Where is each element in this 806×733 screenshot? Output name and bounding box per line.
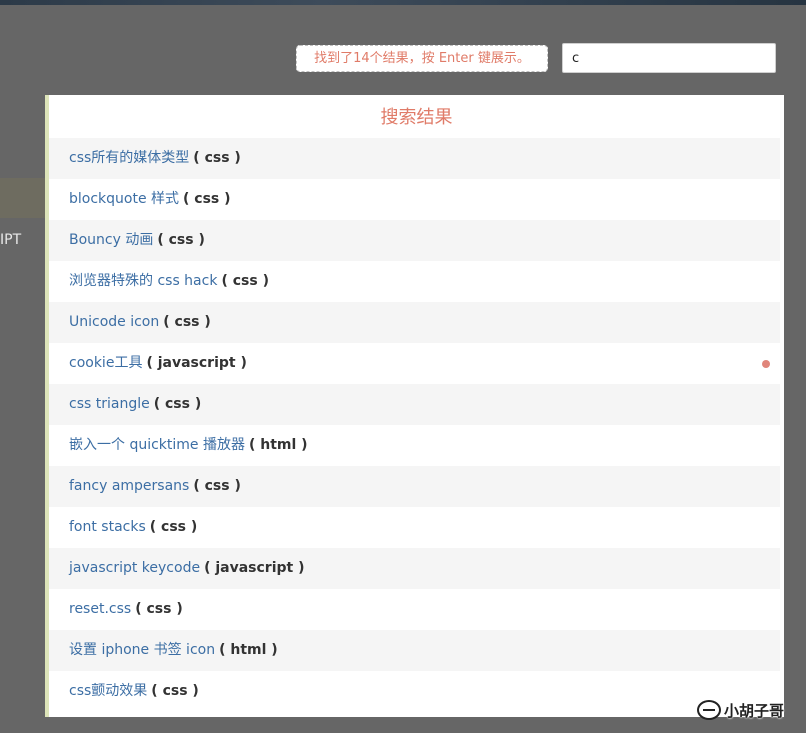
result-title-link[interactable]: Bouncy 动画 — [69, 232, 153, 248]
result-category: ( css ) — [149, 519, 198, 535]
results-list: css所有的媒体类型( css ) blockquote 样式( css ) Bou… — [49, 138, 784, 712]
result-title-link[interactable]: font stacks — [69, 519, 146, 535]
result-category: ( css ) — [183, 191, 231, 207]
background-nav-text: IPT — [0, 232, 22, 248]
result-item[interactable]: Bouncy 动画( css ) — [49, 220, 780, 261]
result-item[interactable]: 嵌入一个 quicktime 播放器( html ) — [49, 425, 780, 466]
result-item[interactable]: cookie工具( javascript ) — [49, 343, 780, 384]
results-title: 搜索结果 — [380, 107, 453, 128]
result-title-link[interactable]: 嵌入一个 quicktime 播放器 — [69, 437, 245, 453]
result-item[interactable]: font stacks( css ) — [49, 507, 780, 548]
result-item[interactable]: blockquote 样式( css ) — [49, 179, 780, 220]
background-banner — [0, 178, 46, 218]
result-item[interactable]: 设置 iphone 书签 icon( html ) — [49, 630, 780, 671]
result-title-link[interactable]: 设置 iphone 书签 icon — [69, 642, 215, 658]
result-category: ( css ) — [221, 273, 269, 289]
result-item[interactable]: 浏览器特殊的 css hack( css ) — [49, 261, 780, 302]
result-category: ( css ) — [151, 683, 199, 699]
result-title-link[interactable]: javascript keycode — [69, 560, 200, 576]
result-title-link[interactable]: cookie工具 — [69, 355, 142, 371]
result-title-link[interactable]: reset.css — [69, 601, 131, 617]
result-item[interactable]: css所有的媒体类型( css ) — [49, 138, 780, 179]
result-title-link[interactable]: fancy ampersans — [69, 478, 189, 494]
result-category: ( css ) — [193, 150, 241, 166]
result-item[interactable]: Unicode icon( css ) — [49, 302, 780, 343]
watermark-text: 小胡子哥 — [724, 701, 785, 720]
result-category: ( css ) — [193, 478, 241, 494]
top-header-strip — [0, 0, 806, 5]
result-title-link[interactable]: Unicode icon — [69, 314, 159, 330]
result-category: ( css ) — [163, 314, 211, 330]
result-title-link[interactable]: css颤动效果 — [69, 683, 147, 699]
result-item[interactable]: css颤动效果( css ) — [49, 671, 780, 712]
watermark: 小胡子哥 — [697, 698, 784, 722]
result-category: ( css ) — [153, 396, 202, 412]
result-title-link[interactable]: css triangle — [69, 396, 150, 412]
result-title-link[interactable]: blockquote 样式 — [69, 191, 179, 207]
result-title-link[interactable]: 浏览器特殊的 css hack — [69, 273, 217, 289]
mustache-logo-icon — [697, 700, 721, 720]
result-item[interactable]: javascript keycode( javascript ) — [49, 548, 780, 589]
search-results-panel: 搜索结果 css所有的媒体类型( css ) blockquote 样式( css… — [45, 95, 784, 717]
active-indicator-icon — [762, 360, 770, 368]
search-input[interactable] — [562, 43, 776, 73]
result-item[interactable]: fancy ampersans( css ) — [49, 466, 780, 507]
result-category: ( css ) — [135, 601, 183, 617]
result-category: ( css ) — [157, 232, 205, 248]
search-result-hint: 找到了14个结果，按 Enter 键展示。 — [296, 45, 548, 72]
result-item[interactable]: reset.css( css ) — [49, 589, 780, 630]
result-category: ( html ) — [248, 437, 308, 453]
result-category: ( html ) — [219, 642, 278, 658]
result-category: ( javascript ) — [204, 560, 305, 576]
result-item[interactable]: css triangle( css ) — [49, 384, 780, 425]
result-category: ( javascript ) — [146, 355, 247, 371]
result-title-link[interactable]: css所有的媒体类型 — [69, 150, 189, 166]
